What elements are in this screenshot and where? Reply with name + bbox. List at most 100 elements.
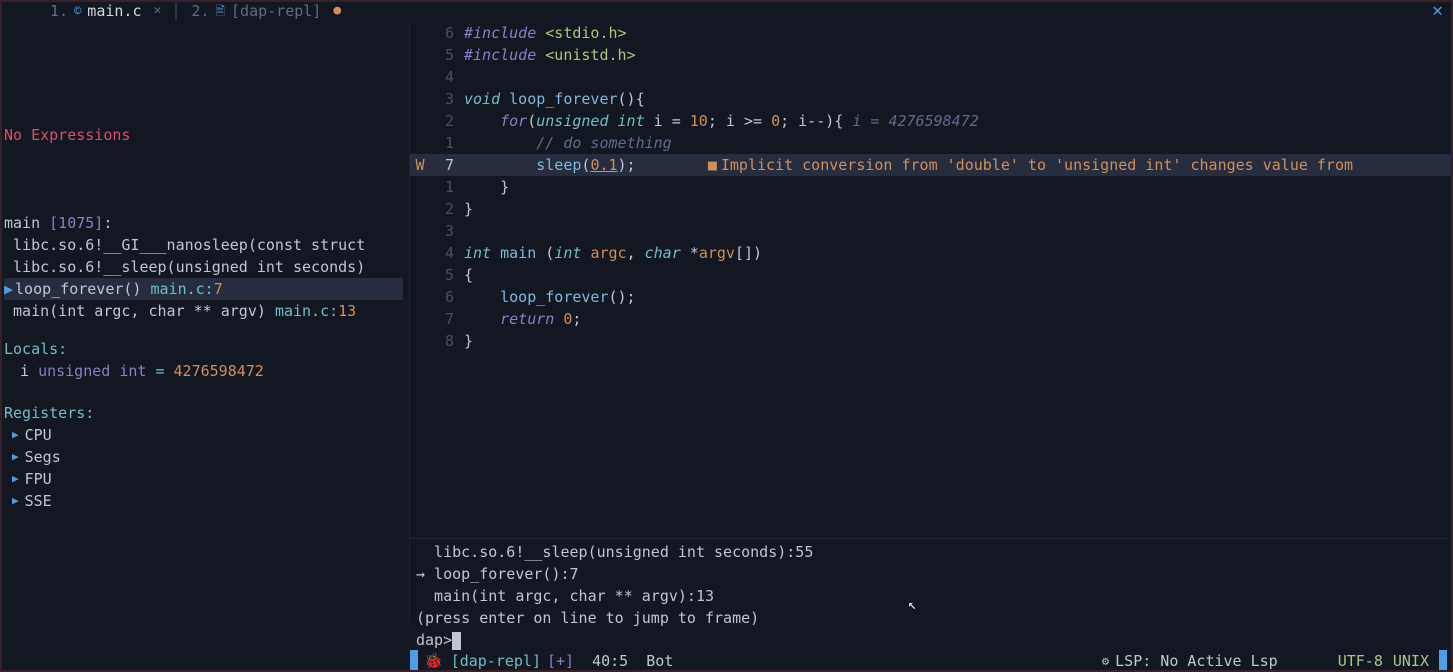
code-editor[interactable]: 6#include <stdio.h>5#include <unistd.h>4… <box>410 22 1453 622</box>
watch-panel: No Expressions <box>0 32 409 142</box>
sign-column: W <box>410 154 430 176</box>
chevron-right-icon: ▶ <box>12 424 19 446</box>
encoding: UTF-8 <box>1338 650 1383 672</box>
sign-column <box>410 88 430 110</box>
stack-frame[interactable]: ▶loop_forever() main.c:7 <box>4 278 403 300</box>
code-line[interactable]: 6#include <stdio.h> <box>410 22 1453 44</box>
line-number: 2 <box>430 110 464 132</box>
sign-column <box>410 132 430 154</box>
stack-panel: main [1075]: libc.so.6!__GI___nanosleep(… <box>0 142 409 312</box>
repl-output-line[interactable]: main(int argc, char ** argv):13 <box>416 585 1453 607</box>
locals-title: Locals: <box>4 338 403 360</box>
sign-column <box>410 176 430 198</box>
register-group[interactable]: ▶SSE <box>12 490 403 512</box>
stack-frame[interactable]: main(int argc, char ** argv) main.c:13 <box>4 300 403 322</box>
register-group[interactable]: ▶Segs <box>12 446 403 468</box>
code-line[interactable]: W7 sleep(0.1); ■Implicit conversion from… <box>410 154 1453 176</box>
sign-column <box>410 308 430 330</box>
buffer-name: [dap-repl] <box>451 650 541 672</box>
code-text: #include <stdio.h> <box>464 22 1453 44</box>
code-line[interactable]: 7 return 0; <box>410 308 1453 330</box>
stack-frame[interactable]: libc.so.6!__sleep(unsigned int seconds) <box>4 256 403 278</box>
sign-column <box>410 220 430 242</box>
code-text: } <box>464 176 1453 198</box>
registers-title: Registers: <box>4 402 403 424</box>
code-text: } <box>464 330 1453 352</box>
code-line[interactable]: 6 loop_forever(); <box>410 286 1453 308</box>
code-text: #include <unistd.h> <box>464 44 1453 66</box>
file-icon: 🗎 <box>215 0 225 22</box>
tab-number: 2. <box>191 0 209 22</box>
register-group[interactable]: ▶FPU <box>12 468 403 490</box>
stack-frame[interactable]: libc.so.6!__GI___nanosleep(const struct <box>4 234 403 256</box>
code-line[interactable]: 1 // do something <box>410 132 1453 154</box>
line-number: 7 <box>430 154 464 176</box>
thread-header: main [1075]: <box>4 212 403 234</box>
tab-number: 1. <box>50 0 68 22</box>
tab-dap-repl[interactable]: 2. 🗎 [dap-repl] <box>181 0 351 22</box>
repl-output-line[interactable]: → loop_forever():7 <box>416 563 1453 585</box>
code-text: for(unsigned int i = 10; i >= 0; i--){ i… <box>464 110 1453 132</box>
sign-column <box>410 286 430 308</box>
sign-column <box>410 264 430 286</box>
repl-prompt[interactable]: dap> <box>416 629 1453 651</box>
code-line[interactable]: 2} <box>410 198 1453 220</box>
code-text: void loop_forever(){ <box>464 88 1453 110</box>
line-number: 7 <box>430 308 464 330</box>
tab-main-c[interactable]: 1. © main.c ✕ <box>40 0 171 22</box>
line-number: 6 <box>430 22 464 44</box>
code-text: } <box>464 198 1453 220</box>
code-text: loop_forever(); <box>464 286 1453 308</box>
debug-sidebar: No Expressions main [1075]: libc.so.6!__… <box>0 22 410 622</box>
sign-column <box>410 242 430 264</box>
line-number: 5 <box>430 44 464 66</box>
repl-output-line[interactable]: (press enter on line to jump to frame) <box>416 607 1453 629</box>
scroll-percent: Bot <box>646 650 673 672</box>
code-line[interactable]: 3 <box>410 220 1453 242</box>
register-group[interactable]: ▶CPU <box>12 424 403 446</box>
code-text <box>464 66 1453 88</box>
code-line[interactable]: 5#include <unistd.h> <box>410 44 1453 66</box>
mode-indicator <box>410 650 418 672</box>
line-number: 3 <box>430 220 464 242</box>
code-line[interactable]: 3void loop_forever(){ <box>410 88 1453 110</box>
repl-output-line[interactable]: libc.so.6!__sleep(unsigned int seconds):… <box>416 541 1453 563</box>
line-number: 8 <box>430 330 464 352</box>
code-text: { <box>464 264 1453 286</box>
local-variable[interactable]: i unsigned int = 4276598472 <box>4 360 403 382</box>
fileformat: UNIX <box>1393 650 1429 672</box>
sign-column <box>410 44 430 66</box>
line-number: 1 <box>430 132 464 154</box>
code-text: int main (int argc, char *argv[]) <box>464 242 1453 264</box>
chevron-right-icon: ▶ <box>12 468 19 490</box>
line-number: 4 <box>430 66 464 88</box>
code-line[interactable]: 8} <box>410 330 1453 352</box>
dap-repl[interactable]: libc.so.6!__sleep(unsigned int seconds):… <box>410 538 1453 650</box>
chevron-right-icon: ▶ <box>4 280 13 298</box>
chevron-right-icon: ▶ <box>12 490 19 512</box>
line-number: 1 <box>430 176 464 198</box>
code-text <box>464 220 1453 242</box>
lsp-status: LSP: No Active Lsp <box>1115 650 1278 672</box>
code-line[interactable]: 2 for(unsigned int i = 10; i >= 0; i--){… <box>410 110 1453 132</box>
registers-panel: Registers: ▶CPU▶Segs▶FPU▶SSE <box>0 398 409 528</box>
sign-column <box>410 330 430 352</box>
code-text: // do something <box>464 132 1453 154</box>
sign-column <box>410 66 430 88</box>
locals-panel: Locals: i unsigned int = 4276598472 <box>0 312 409 398</box>
tab-separator <box>175 2 177 20</box>
close-icon[interactable]: ✕ <box>153 0 161 22</box>
tab-bar: 1. © main.c ✕ 2. 🗎 [dap-repl] ✕ <box>0 0 1453 22</box>
code-line[interactable]: 1 } <box>410 176 1453 198</box>
close-panel-icon[interactable]: ✕ <box>1432 0 1443 22</box>
code-line[interactable]: 4 <box>410 66 1453 88</box>
line-number: 4 <box>430 242 464 264</box>
code-text: return 0; <box>464 308 1453 330</box>
debug-icon: 🐞 <box>424 650 443 672</box>
cursor <box>452 632 461 650</box>
line-number: 6 <box>430 286 464 308</box>
code-line[interactable]: 5{ <box>410 264 1453 286</box>
code-line[interactable]: 4int main (int argc, char *argv[]) <box>410 242 1453 264</box>
line-number: 2 <box>430 198 464 220</box>
tab-label: [dap-repl] <box>231 0 321 22</box>
